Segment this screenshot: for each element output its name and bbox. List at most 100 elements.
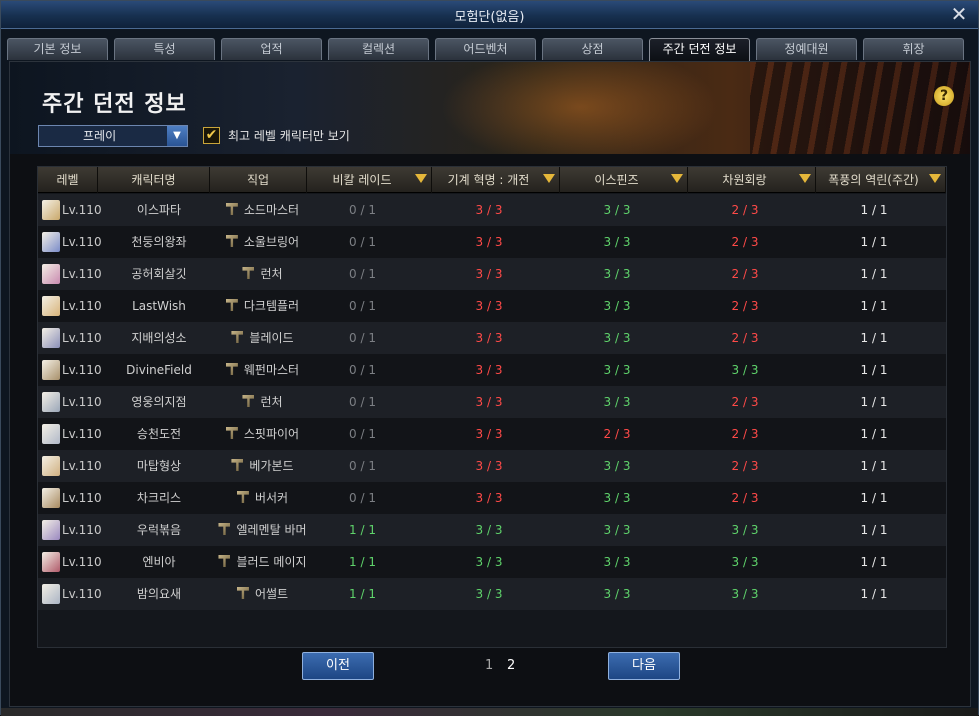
level-cell: Lv.110 <box>38 258 118 290</box>
page-title: 주간 던전 정보 <box>42 92 187 117</box>
tab-7[interactable]: 정예대원 <box>756 38 857 60</box>
tab-2[interactable]: 업적 <box>221 38 322 60</box>
sort-arrow-icon[interactable] <box>671 174 683 183</box>
table-row[interactable]: Lv.110 영웅의지점 런처 0 / 1 3 / 3 3 / 3 2 / 3 1 / 1 <box>38 386 946 418</box>
page-2-link[interactable]: 2 <box>507 658 515 673</box>
clear-count: 2 / 3 <box>731 459 759 473</box>
tab-3[interactable]: 컬렉션 <box>328 38 429 60</box>
job-cell: 소울브링어 <box>210 226 315 258</box>
page-1-link[interactable]: 1 <box>485 658 493 673</box>
table-row[interactable]: Lv.110 천둥의왕좌 소울브링어 0 / 1 3 / 3 3 / 3 2 / 3 1 / … <box>38 226 946 258</box>
level-label: Lv.110 <box>62 555 102 569</box>
table-row[interactable]: Lv.110 지배의성소 블레이드 0 / 1 3 / 3 3 / 3 2 / 3 1 / 1 <box>38 322 946 354</box>
sort-arrow-icon[interactable] <box>543 174 555 183</box>
table-row[interactable]: Lv.110 밤의요새 어썰트 1 / 1 3 / 3 3 / 3 3 / 3 1 / 1 <box>38 578 946 610</box>
clear-count: 3 / 3 <box>475 459 503 473</box>
clear-count: 3 / 3 <box>603 587 631 601</box>
character-name: 차크리스 <box>136 491 182 505</box>
job-cell: 어썰트 <box>210 578 315 610</box>
column-header-label: 직업 <box>246 173 270 187</box>
job-label: 베가본드 <box>249 459 294 473</box>
next-page-button[interactable]: 다음 <box>608 652 680 680</box>
clear-count: 3 / 3 <box>603 203 631 217</box>
adventure-group-window: 모험단(없음) ✕ 기본 정보 특성 업적 컬렉션 어드벤처 상점 주간 던전 정보 정예대원… <box>0 0 979 716</box>
job-label: 웨펀마스터 <box>243 363 300 377</box>
job-label: 런처 <box>260 395 283 409</box>
table-row[interactable]: Lv.110 차크리스 버서커 0 / 1 3 / 3 3 / 3 2 / 3 1 / 1 <box>38 482 946 514</box>
table-row[interactable]: Lv.110 공허회살깃 런처 0 / 1 3 / 3 3 / 3 2 / 3 1 / 1 <box>38 258 946 290</box>
job-label: 스핏파이어 <box>243 427 300 441</box>
clear-count: 1 / 1 <box>860 587 888 601</box>
job-icon <box>225 299 238 311</box>
clear-count: 3 / 3 <box>475 203 503 217</box>
clear-count: 3 / 3 <box>475 267 503 281</box>
sort-arrow-icon[interactable] <box>415 174 427 183</box>
column-header[interactable]: 폭풍의 역린(주간) <box>816 167 946 193</box>
table-row[interactable]: Lv.110 DivineField 웨펀마스터 0 / 1 3 / 3 3 / 3 3 /… <box>38 354 946 386</box>
tab-6[interactable]: 주간 던전 정보 <box>649 38 750 61</box>
column-header-label: 캐릭터명 <box>131 173 176 187</box>
sort-arrow-icon[interactable] <box>799 174 811 183</box>
clear-count: 1 / 1 <box>860 235 888 249</box>
column-header[interactable]: 이스핀즈 <box>560 167 688 193</box>
clear-count: 3 / 3 <box>603 395 631 409</box>
tab-4[interactable]: 어드벤처 <box>435 38 536 60</box>
help-icon[interactable]: ? <box>934 86 954 106</box>
clear-count: 1 / 1 <box>860 523 888 537</box>
clear-count: 1 / 1 <box>349 555 376 569</box>
tab-0[interactable]: 기본 정보 <box>7 38 108 60</box>
clear-count: 1 / 1 <box>860 331 888 345</box>
clear-count: 1 / 1 <box>860 267 888 281</box>
level-label: Lv.110 <box>62 427 102 441</box>
clear-count: 3 / 3 <box>603 267 631 281</box>
table-row[interactable]: Lv.110 마탑형상 베가본드 0 / 1 3 / 3 3 / 3 2 / 3 1 / 1 <box>38 450 946 482</box>
server-dropdown[interactable]: 프레이 ▼ <box>38 125 188 147</box>
job-label: 소울브링어 <box>243 235 300 249</box>
job-cell: 런처 <box>210 258 315 290</box>
clear-count: 3 / 3 <box>603 555 631 569</box>
level-label: Lv.110 <box>62 491 102 505</box>
clear-count: 2 / 3 <box>731 203 759 217</box>
job-cell: 소드마스터 <box>210 194 315 226</box>
job-label: 엘레멘탈 바머 <box>236 523 307 537</box>
prev-page-button[interactable]: 이전 <box>302 652 374 680</box>
table-row[interactable]: Lv.110 엔비아 블러드 메이지 1 / 1 3 / 3 3 / 3 3 / 3 1 / … <box>38 546 946 578</box>
table-row[interactable]: Lv.110 우럭볶음 엘레멘탈 바머 1 / 1 3 / 3 3 / 3 3 / 3 1 /… <box>38 514 946 546</box>
table-row[interactable]: Lv.110 승천도전 스핏파이어 0 / 1 3 / 3 2 / 3 2 / 3 1 / 1 <box>38 418 946 450</box>
level-label: Lv.110 <box>62 331 102 345</box>
clear-count: 3 / 3 <box>603 235 631 249</box>
job-icon <box>218 523 231 535</box>
column-header[interactable]: 차원회랑 <box>688 167 816 193</box>
job-cell: 엘레멘탈 바머 <box>210 514 315 546</box>
clear-count: 1 / 1 <box>860 203 888 217</box>
level-cell: Lv.110 <box>38 354 118 386</box>
sort-arrow-icon[interactable] <box>929 174 941 183</box>
character-avatar-icon <box>42 232 60 252</box>
clear-count: 0 / 1 <box>349 299 376 313</box>
tab-5[interactable]: 상점 <box>542 38 643 60</box>
character-name: 영웅의지점 <box>131 395 187 409</box>
title-bar[interactable]: 모험단(없음) ✕ <box>1 1 978 29</box>
column-header[interactable]: 비칼 레이드 <box>307 167 432 193</box>
table-row[interactable]: Lv.110 이스파타 소드마스터 0 / 1 3 / 3 3 / 3 2 / 3 1 / 1 <box>38 194 946 226</box>
tab-8[interactable]: 휘장 <box>863 38 964 60</box>
table-row[interactable]: Lv.110 LastWish 다크템플러 0 / 1 3 / 3 3 / 3 2 / 3 1… <box>38 290 946 322</box>
job-label: 다크템플러 <box>243 299 300 313</box>
clear-count: 1 / 1 <box>860 491 888 505</box>
character-name: 천둥의왕좌 <box>131 235 187 249</box>
column-header[interactable]: 기계 혁명 : 개전 <box>432 167 560 193</box>
tab-1[interactable]: 특성 <box>114 38 215 60</box>
column-header: 캐릭터명 <box>98 167 210 193</box>
max-level-only-label: 최고 레벨 캐릭터만 보기 <box>228 129 350 143</box>
close-icon[interactable]: ✕ <box>948 3 970 25</box>
clear-count: 0 / 1 <box>349 363 376 377</box>
character-name: 공허회살깃 <box>131 267 187 281</box>
level-label: Lv.110 <box>62 395 102 409</box>
clear-count: 3 / 3 <box>731 523 759 537</box>
clear-count: 3 / 3 <box>475 491 503 505</box>
job-cell: 스핏파이어 <box>210 418 315 450</box>
clear-count: 2 / 3 <box>731 427 759 441</box>
max-level-only-checkbox[interactable]: ✔ <box>203 127 220 144</box>
level-label: Lv.110 <box>62 523 102 537</box>
character-name: 마탑형상 <box>136 459 182 473</box>
